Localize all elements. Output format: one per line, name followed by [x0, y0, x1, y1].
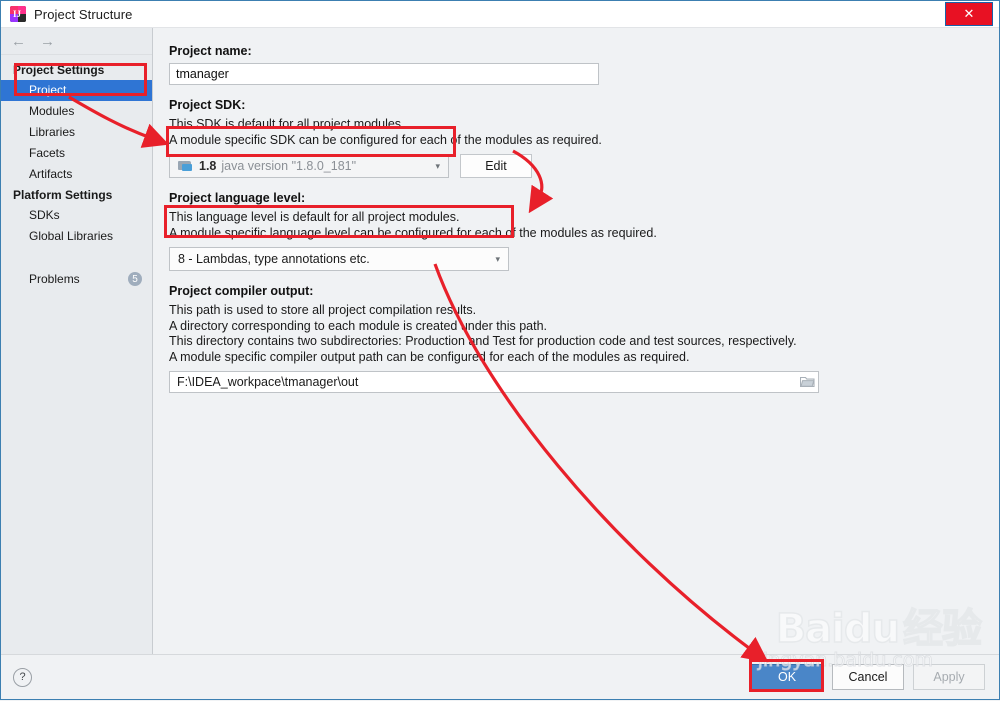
language-level-label: Project language level:	[169, 191, 306, 205]
problems-label: Problems	[29, 272, 80, 286]
language-level-value: 8 - Lambdas, type annotations etc.	[178, 252, 370, 266]
compiler-output-input[interactable]: F:\IDEA_workpace\tmanager\out	[169, 371, 819, 393]
compiler-output-section: Project compiler output: This path is us…	[169, 284, 999, 393]
settings-tree: Project Settings Project Modules Librari…	[1, 55, 152, 289]
project-sdk-label: Project SDK:	[169, 98, 246, 112]
sidebar-item-modules[interactable]: Modules	[1, 101, 152, 122]
chevron-down-icon: ▾	[435, 160, 440, 171]
window-title: Project Structure	[34, 6, 133, 22]
sidebar-item-problems[interactable]: Problems 5	[1, 269, 152, 289]
project-sdk-section: Project SDK: This SDK is default for all…	[169, 98, 999, 178]
project-structure-dialog: IJ Project Structure ✕ ← → Project Setti…	[0, 0, 1000, 700]
sidebar-item-artifacts[interactable]: Artifacts	[1, 164, 152, 185]
edit-sdk-button[interactable]: Edit	[460, 154, 532, 178]
cancel-button[interactable]: Cancel	[832, 664, 904, 690]
project-sdk-version: 1.8	[199, 159, 217, 173]
project-name-value: tmanager	[176, 67, 229, 81]
language-level-desc-2: A module specific language level can be …	[169, 225, 657, 240]
language-level-section: Project language level: This language le…	[169, 191, 999, 271]
apply-button: Apply	[913, 664, 985, 690]
sidebar-item-global-libraries[interactable]: Global Libraries	[1, 226, 152, 247]
back-arrow-icon[interactable]: ←	[11, 34, 26, 49]
project-name-label: Project name:	[169, 44, 252, 58]
sidebar-item-libraries[interactable]: Libraries	[1, 122, 152, 143]
sidebar-item-project[interactable]: Project	[1, 80, 152, 101]
compiler-output-label: Project compiler output:	[169, 284, 314, 298]
project-name-input[interactable]: tmanager	[169, 63, 599, 85]
project-name-section: Project name: tmanager	[169, 44, 999, 85]
compiler-output-desc-1: This path is used to store all project c…	[169, 303, 477, 317]
sidebar-item-sdks[interactable]: SDKs	[1, 205, 152, 226]
java-sdk-icon	[178, 160, 193, 172]
ok-button[interactable]: OK	[751, 664, 823, 690]
project-sdk-row: 1.8 java version "1.8.0_181" ▾ Edit	[169, 154, 999, 178]
project-settings-panel: Project name: tmanager Project SDK: This…	[153, 28, 999, 654]
folder-icon[interactable]	[799, 374, 816, 390]
chevron-down-icon: ▾	[495, 253, 500, 264]
settings-sidebar: ← → Project Settings Project Modules Lib…	[1, 28, 153, 654]
close-icon[interactable]: ✕	[945, 2, 993, 26]
dialog-body: ← → Project Settings Project Modules Lib…	[1, 28, 999, 654]
dialog-footer: ? OK Cancel Apply	[1, 654, 999, 699]
group-project-settings: Project Settings	[13, 63, 105, 77]
project-sdk-desc-2: A module specific SDK can be configured …	[169, 132, 602, 147]
project-sdk-dropdown[interactable]: 1.8 java version "1.8.0_181" ▾	[169, 154, 449, 178]
compiler-output-value: F:\IDEA_workpace\tmanager\out	[177, 375, 359, 389]
compiler-output-desc-3: This directory contains two subdirectori…	[169, 334, 797, 348]
language-level-desc-1: This language level is default for all p…	[169, 210, 460, 224]
help-icon[interactable]: ?	[13, 667, 32, 687]
project-sdk-desc-1: This SDK is default for all project modu…	[169, 117, 405, 131]
title-bar: IJ Project Structure ✕	[1, 1, 999, 28]
footer-buttons: OK Cancel Apply	[751, 664, 985, 690]
compiler-output-desc-4: A module specific compiler output path c…	[169, 349, 690, 364]
language-level-dropdown[interactable]: 8 - Lambdas, type annotations etc. ▾	[169, 247, 509, 271]
project-sdk-detail: java version "1.8.0_181"	[221, 159, 357, 173]
problems-count-badge: 5	[128, 272, 142, 286]
intellij-idea-icon: IJ	[10, 6, 26, 22]
sidebar-item-facets[interactable]: Facets	[1, 143, 152, 164]
forward-arrow-icon[interactable]: →	[40, 34, 55, 49]
sidebar-navbar: ← →	[1, 28, 152, 55]
compiler-output-desc-2: A directory corresponding to each module…	[169, 318, 547, 333]
group-platform-settings: Platform Settings	[13, 188, 113, 202]
